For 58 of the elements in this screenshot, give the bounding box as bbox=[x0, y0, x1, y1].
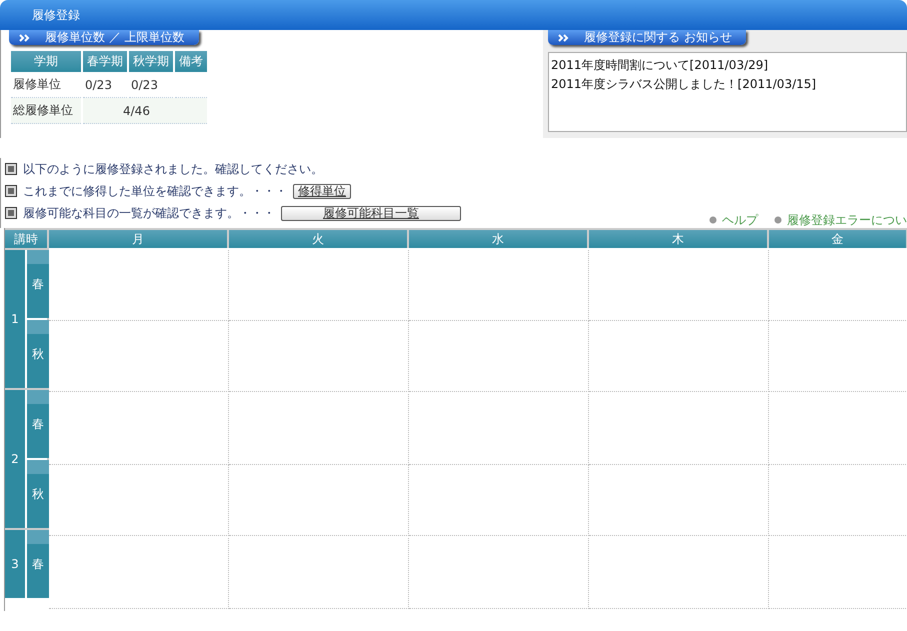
column-header: 水 bbox=[409, 228, 589, 248]
timetable-slot[interactable] bbox=[589, 465, 769, 536]
timetable-slot[interactable] bbox=[409, 465, 589, 536]
timetable-slot[interactable] bbox=[409, 321, 589, 392]
timetable-slot[interactable] bbox=[409, 394, 589, 465]
link-button[interactable]: 修得単位 bbox=[293, 184, 351, 198]
period-number: 1 bbox=[5, 250, 25, 388]
timetable-slot[interactable] bbox=[49, 465, 229, 536]
table-cell: 4/46 bbox=[83, 98, 207, 124]
term-label: 秋 bbox=[27, 320, 49, 388]
timetable-slot[interactable] bbox=[229, 538, 409, 609]
column-header: 講時 bbox=[5, 228, 49, 248]
timetable-slot[interactable] bbox=[229, 321, 409, 392]
timetable-slot[interactable] bbox=[49, 394, 229, 465]
square-icon bbox=[5, 185, 17, 197]
column-header: 学期 bbox=[11, 51, 81, 72]
notice-item[interactable]: 2011年度シラバス公開しました！[2011/03/15] bbox=[551, 75, 904, 94]
column-header: 金 bbox=[769, 228, 907, 248]
column-header: 秋学期 bbox=[129, 51, 173, 72]
section-header: 履修登録に関する お知らせ bbox=[548, 30, 746, 45]
term-label: 春 bbox=[27, 530, 49, 598]
term-label: 春 bbox=[27, 250, 49, 318]
column-header: 木 bbox=[589, 228, 769, 248]
period-number: 3 bbox=[5, 530, 25, 598]
chevron-icon bbox=[558, 34, 570, 42]
square-icon bbox=[5, 163, 17, 175]
timetable-slot[interactable] bbox=[49, 321, 229, 392]
timetable-slot[interactable] bbox=[409, 538, 589, 609]
chevron-icon bbox=[19, 34, 31, 42]
timetable-slot[interactable] bbox=[229, 250, 409, 321]
timetable-slot[interactable] bbox=[229, 394, 409, 465]
bullet-icon bbox=[709, 216, 717, 224]
message-text: 以下のように履修登録されました。確認してください。 bbox=[23, 160, 323, 178]
timetable-slot[interactable] bbox=[589, 394, 769, 465]
timetable-slot[interactable] bbox=[589, 538, 769, 609]
period-number: 2 bbox=[5, 390, 25, 528]
link-button[interactable]: 履修可能科目一覧 bbox=[281, 206, 461, 220]
help-link[interactable]: 履修登録エラーについ bbox=[774, 212, 907, 228]
timetable-slot[interactable] bbox=[229, 465, 409, 536]
message-text: これまでに修得した単位を確認できます。・・・ bbox=[23, 182, 287, 200]
column-header: 月 bbox=[49, 228, 229, 248]
term-label: 春 bbox=[27, 390, 49, 458]
column-header: 春学期 bbox=[83, 51, 127, 72]
column-header: 火 bbox=[229, 228, 409, 248]
notice-item[interactable]: 2011年度時間割について[2011/03/29] bbox=[551, 56, 904, 75]
timetable-slot[interactable] bbox=[589, 321, 769, 392]
timetable-slot[interactable] bbox=[589, 250, 769, 321]
square-icon bbox=[5, 207, 17, 219]
timetable-slot[interactable] bbox=[49, 538, 229, 609]
section-header: 履修単位数 ／ 上限単位数 bbox=[9, 30, 199, 45]
window-title: 履修登録 bbox=[32, 6, 80, 24]
timetable-slot[interactable] bbox=[409, 250, 589, 321]
table-cell: 総履修単位 bbox=[11, 98, 81, 124]
column-header: 備考 bbox=[175, 51, 207, 72]
message-text: 履修可能な科目の一覧が確認できます。・・・ bbox=[23, 204, 275, 222]
timetable-slot[interactable] bbox=[49, 250, 229, 321]
bullet-icon bbox=[774, 216, 782, 224]
term-label: 秋 bbox=[27, 460, 49, 528]
